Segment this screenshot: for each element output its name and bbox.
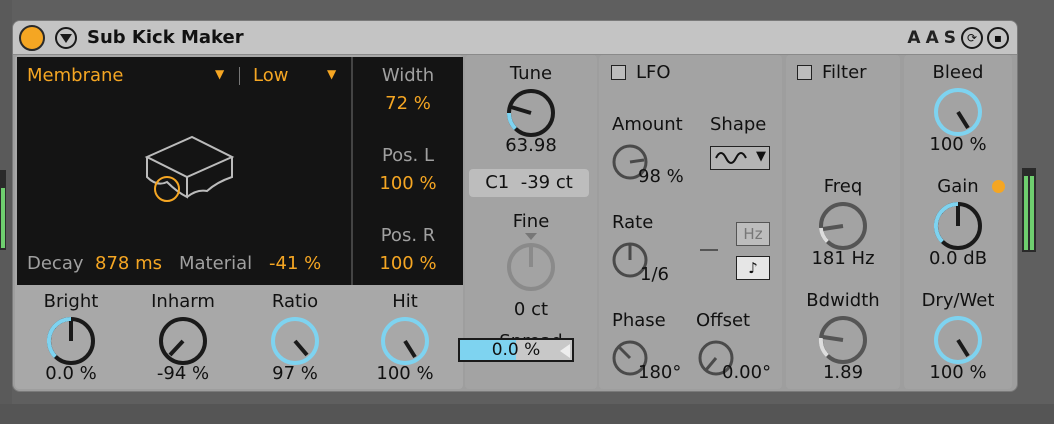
rate-mode-dash <box>700 249 718 251</box>
width-section-divider <box>351 57 353 285</box>
hit-label: Hit <box>392 291 418 312</box>
tune-note: C1 <box>485 172 510 193</box>
filter-label: Filter <box>822 62 867 83</box>
decay-label: Decay <box>27 253 84 274</box>
quality-select[interactable]: Low ▼ <box>253 65 343 89</box>
fine-label: Fine <box>512 211 550 232</box>
tune-knob[interactable] <box>503 85 559 141</box>
posr-label: Pos. R <box>380 225 436 246</box>
lfo-phase-value: 180° <box>638 362 682 383</box>
ratio-value: 97 % <box>272 363 318 384</box>
bleed-value: 100 % <box>929 134 987 155</box>
level-meter-right <box>1022 168 1036 252</box>
tune-cents: -39 ct <box>520 172 573 193</box>
fine-value: 0 ct <box>513 299 549 320</box>
membrane-shape-icon[interactable] <box>137 127 237 217</box>
filter-bw-label: Bdwidth <box>806 290 880 311</box>
chevron-down-icon: ▼ <box>327 67 337 81</box>
bright-value: 0.0 % <box>45 363 97 384</box>
drywet-label: Dry/Wet <box>921 290 995 311</box>
s-icon[interactable]: S <box>944 28 957 48</box>
lfo-rate-value: 1/6 <box>640 264 669 285</box>
bleed-knob[interactable] <box>930 84 986 140</box>
hit-knob[interactable] <box>377 313 433 369</box>
ratio-label: Ratio <box>271 291 319 312</box>
chevron-down-icon: ▼ <box>215 67 225 81</box>
resonator-type-value: Membrane <box>27 65 124 86</box>
lfo-shape-label: Shape <box>710 114 767 135</box>
drywet-value: 100 % <box>929 362 987 383</box>
hit-value: 100 % <box>376 363 434 384</box>
filter-freq-value: 181 Hz <box>811 248 875 269</box>
resonator-display: Membrane ▼ Low ▼ Decay 878 ms Material -… <box>17 57 463 285</box>
lfo-amount-label: Amount <box>612 114 683 135</box>
spread-value: 0.0 % <box>491 340 541 360</box>
lfo-sync-button[interactable]: ♪ <box>736 256 770 280</box>
resonator-type-select[interactable]: Membrane ▼ <box>27 65 227 89</box>
filter-freq-knob[interactable] <box>815 198 871 254</box>
lfo-offset-value: 0.00° <box>722 362 772 383</box>
drywet-knob[interactable] <box>930 312 986 368</box>
filter-enable-checkbox[interactable] <box>797 65 812 80</box>
posl-value[interactable]: 100 % <box>353 173 463 194</box>
gain-knob[interactable] <box>930 198 986 254</box>
inharm-value: -94 % <box>156 363 210 384</box>
ratio-knob[interactable] <box>267 313 323 369</box>
decay-value[interactable]: 878 ms <box>95 253 162 274</box>
tune-label: Tune <box>509 63 553 84</box>
material-value[interactable]: -41 % <box>269 253 321 274</box>
spread-slider[interactable]: 0.0 % <box>458 338 574 362</box>
filter-bw-value: 1.89 <box>822 362 864 383</box>
a-icon[interactable]: A <box>926 28 940 48</box>
width-value[interactable]: 72 % <box>353 93 463 114</box>
gain-modulation-indicator <box>992 180 1005 193</box>
lfo-amount-value: 98 % <box>638 166 684 187</box>
filter-freq-label: Freq <box>823 176 863 197</box>
lfo-hz-button[interactable]: Hz <box>736 222 770 246</box>
posl-label: Pos. L <box>381 145 435 166</box>
bottom-strip <box>0 404 1054 424</box>
lfo-label: LFO <box>636 62 671 83</box>
lfo-shape-select[interactable]: ▼ <box>710 146 770 170</box>
select-divider <box>239 67 240 85</box>
tune-value: 63.98 <box>505 135 557 156</box>
inharm-knob[interactable] <box>155 313 211 369</box>
material-label: Material <box>179 253 253 274</box>
lfo-offset-label: Offset <box>696 310 751 331</box>
bright-label: Bright <box>43 291 99 312</box>
lfo-enable-checkbox[interactable] <box>611 65 626 80</box>
width-label: Width <box>381 65 435 86</box>
device-titlebar: Sub Kick Maker A A S ⟳ ▪ <box>13 21 1017 55</box>
chevron-down-icon: ▼ <box>756 149 766 164</box>
lfo-phase-label: Phase <box>612 310 666 331</box>
gain-value: 0.0 dB <box>928 248 988 269</box>
fine-knob[interactable] <box>503 231 559 295</box>
device-power-button[interactable] <box>19 25 45 51</box>
bleed-label: Bleed <box>932 62 984 83</box>
a-icon[interactable]: A <box>907 28 921 48</box>
tune-note-box[interactable]: C1 -39 ct <box>469 169 589 197</box>
hot-swap-icon[interactable]: ⟳ <box>961 27 983 49</box>
spread-arrow-icon <box>560 344 570 358</box>
sine-wave-icon <box>715 152 747 164</box>
lfo-rate-label: Rate <box>612 212 654 233</box>
filter-bw-knob[interactable] <box>815 312 871 368</box>
quality-value: Low <box>253 65 289 86</box>
save-preset-icon[interactable]: ▪ <box>987 27 1009 49</box>
inharm-label: Inharm <box>151 291 215 312</box>
titlebar-icons: A A S ⟳ ▪ <box>907 27 1009 49</box>
bright-knob[interactable] <box>43 313 99 369</box>
level-meter-left <box>0 170 6 250</box>
device-fold-button[interactable] <box>55 27 77 49</box>
posr-value[interactable]: 100 % <box>353 253 463 274</box>
device-title: Sub Kick Maker <box>87 27 244 48</box>
